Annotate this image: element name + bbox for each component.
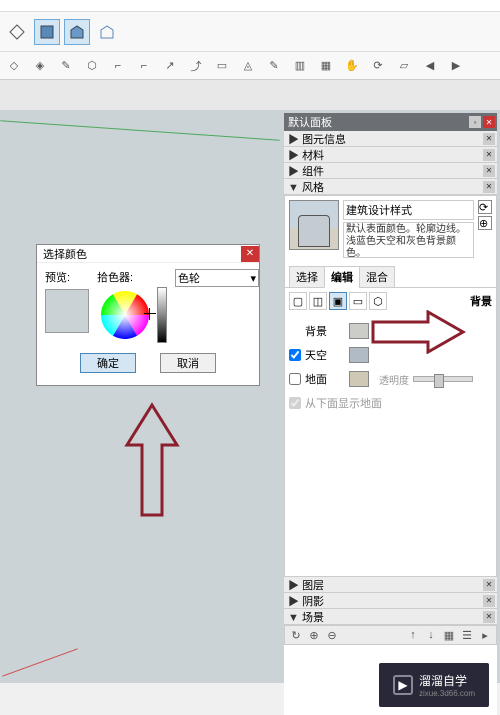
close-icon[interactable]: ✕	[483, 133, 495, 145]
refresh-icon[interactable]: ↻	[289, 628, 303, 642]
edge-settings-icon[interactable]: ▢	[289, 292, 307, 310]
scene-down-icon[interactable]: ↓	[424, 628, 438, 642]
tool-2[interactable]	[34, 19, 60, 45]
tb2-12[interactable]: ▥	[288, 55, 312, 77]
close-icon[interactable]: ✕	[483, 149, 495, 161]
brightness-slider[interactable]	[157, 287, 167, 343]
add-icon[interactable]: ⊕	[307, 628, 321, 642]
annotation-arrow-right	[368, 310, 468, 354]
tb2-5[interactable]: ⌐	[106, 55, 130, 77]
color-wheel[interactable]	[97, 287, 153, 343]
panel-entity-info[interactable]: ▶ 图元信息✕	[284, 131, 497, 147]
cancel-button[interactable]: 取消	[160, 353, 216, 373]
close-icon[interactable]: ✕	[483, 181, 495, 193]
close-icon[interactable]: ✕	[483, 611, 495, 623]
style-name-input[interactable]: 建筑设计样式	[343, 200, 474, 220]
tb2-18[interactable]: ▶	[444, 55, 468, 77]
tb2-16[interactable]: ▱	[392, 55, 416, 77]
close-icon[interactable]: ✕	[483, 165, 495, 177]
picker-label: 拾色器:	[97, 269, 167, 285]
ok-button[interactable]: 确定	[80, 353, 136, 373]
preview-label: 预览:	[45, 269, 89, 285]
tb2-10[interactable]: ◬	[236, 55, 260, 77]
watermark-settings-icon[interactable]: ▭	[349, 292, 367, 310]
background-settings-icon[interactable]: ▣	[329, 292, 347, 310]
scene-menu-icon[interactable]: ▸	[478, 628, 492, 642]
panel-material[interactable]: ▶ 材料✕	[284, 147, 497, 163]
close-icon[interactable]: ✕	[483, 579, 495, 591]
show-ground-checkbox[interactable]	[289, 397, 301, 409]
bg-label: 背景	[305, 323, 345, 339]
main-toolbar	[0, 12, 500, 52]
close-icon[interactable]: ✕	[483, 116, 495, 128]
close-icon[interactable]: ✕	[483, 595, 495, 607]
style-desc-input[interactable]: 默认表面颜色。轮廓边线。浅蓝色天空和灰色背景颜色。	[343, 222, 474, 258]
tab-mix[interactable]: 混合	[359, 266, 395, 288]
tb2-2[interactable]: ◈	[28, 55, 52, 77]
tray-header[interactable]: 默认面板 ▫✕	[284, 113, 497, 131]
panel-component[interactable]: ▶ 组件✕	[284, 163, 497, 179]
tb2-14[interactable]: ✋	[340, 55, 364, 77]
tb2-17[interactable]: ◀	[418, 55, 442, 77]
tb2-15[interactable]: ⟳	[366, 55, 390, 77]
tab-select[interactable]: 选择	[289, 266, 325, 288]
tb2-13[interactable]: ▦	[314, 55, 338, 77]
panel-style[interactable]: ▼ 风格✕	[284, 179, 497, 195]
color-dialog-title: 选择颜色	[43, 246, 87, 262]
tb2-1[interactable]: ◇	[2, 55, 26, 77]
panel-layer[interactable]: ▶ 图层✕	[284, 577, 497, 593]
pin-icon[interactable]: ▫	[469, 116, 481, 128]
tool-4[interactable]	[94, 19, 120, 45]
ground-transparency-slider[interactable]	[413, 376, 473, 382]
tb2-6[interactable]: ⌐	[132, 55, 156, 77]
tb2-11[interactable]: ✎	[262, 55, 286, 77]
remove-icon[interactable]: ⊖	[325, 628, 339, 642]
scene-list-icon[interactable]: ☰	[460, 628, 474, 642]
ground-swatch[interactable]	[349, 371, 369, 387]
face-settings-icon[interactable]: ◫	[309, 292, 327, 310]
sky-checkbox[interactable]	[289, 349, 301, 361]
style-thumbnail[interactable]	[289, 200, 339, 250]
show-ground-label: 从下面显示地面	[305, 395, 382, 411]
tb2-9[interactable]: ▭	[210, 55, 234, 77]
tool-1[interactable]	[4, 19, 30, 45]
panel-scene[interactable]: ▼ 场景✕	[284, 609, 497, 625]
scene-view-icon[interactable]: ▦	[442, 628, 456, 642]
picker-type-select[interactable]: 色轮▾	[175, 269, 259, 287]
new-style-icon[interactable]: ⊕	[478, 216, 492, 230]
background-swatch[interactable]	[349, 323, 369, 339]
sky-swatch[interactable]	[349, 347, 369, 363]
update-style-icon[interactable]: ⟳	[478, 200, 492, 214]
bg-heading: 背景	[470, 293, 492, 309]
close-icon[interactable]: ✕	[241, 246, 259, 262]
tb2-4[interactable]: ⬡	[80, 55, 104, 77]
watermark: ▶ 溜溜自学 zixue.3d66.com	[379, 663, 489, 707]
ground-label: 地面	[305, 371, 345, 387]
modeling-settings-icon[interactable]: ⬡	[369, 292, 387, 310]
tray-panels: 默认面板 ▫✕ ▶ 图元信息✕ ▶ 材料✕ ▶ 组件✕ ▼ 风格✕ 建筑设计样式…	[284, 113, 497, 715]
secondary-toolbar: ◇ ◈ ✎ ⬡ ⌐ ⌐ ↗ ⤴ ▭ ◬ ✎ ▥ ▦ ✋ ⟳ ▱ ◀ ▶	[0, 52, 500, 80]
tb2-7[interactable]: ↗	[158, 55, 182, 77]
color-dialog: 选择颜色 ✕ 预览: 拾色器:	[36, 244, 260, 386]
tool-3[interactable]	[64, 19, 90, 45]
ground-checkbox[interactable]	[289, 373, 301, 385]
play-icon: ▶	[393, 675, 413, 695]
tb2-8[interactable]: ⤴	[184, 55, 208, 77]
annotation-arrow-up	[122, 400, 182, 520]
scene-up-icon[interactable]: ↑	[406, 628, 420, 642]
tab-edit[interactable]: 编辑	[324, 266, 360, 288]
panel-shadow[interactable]: ▶ 阴影✕	[284, 593, 497, 609]
preview-swatch	[45, 289, 89, 333]
tb2-3[interactable]: ✎	[54, 55, 78, 77]
sky-label: 天空	[305, 347, 345, 363]
